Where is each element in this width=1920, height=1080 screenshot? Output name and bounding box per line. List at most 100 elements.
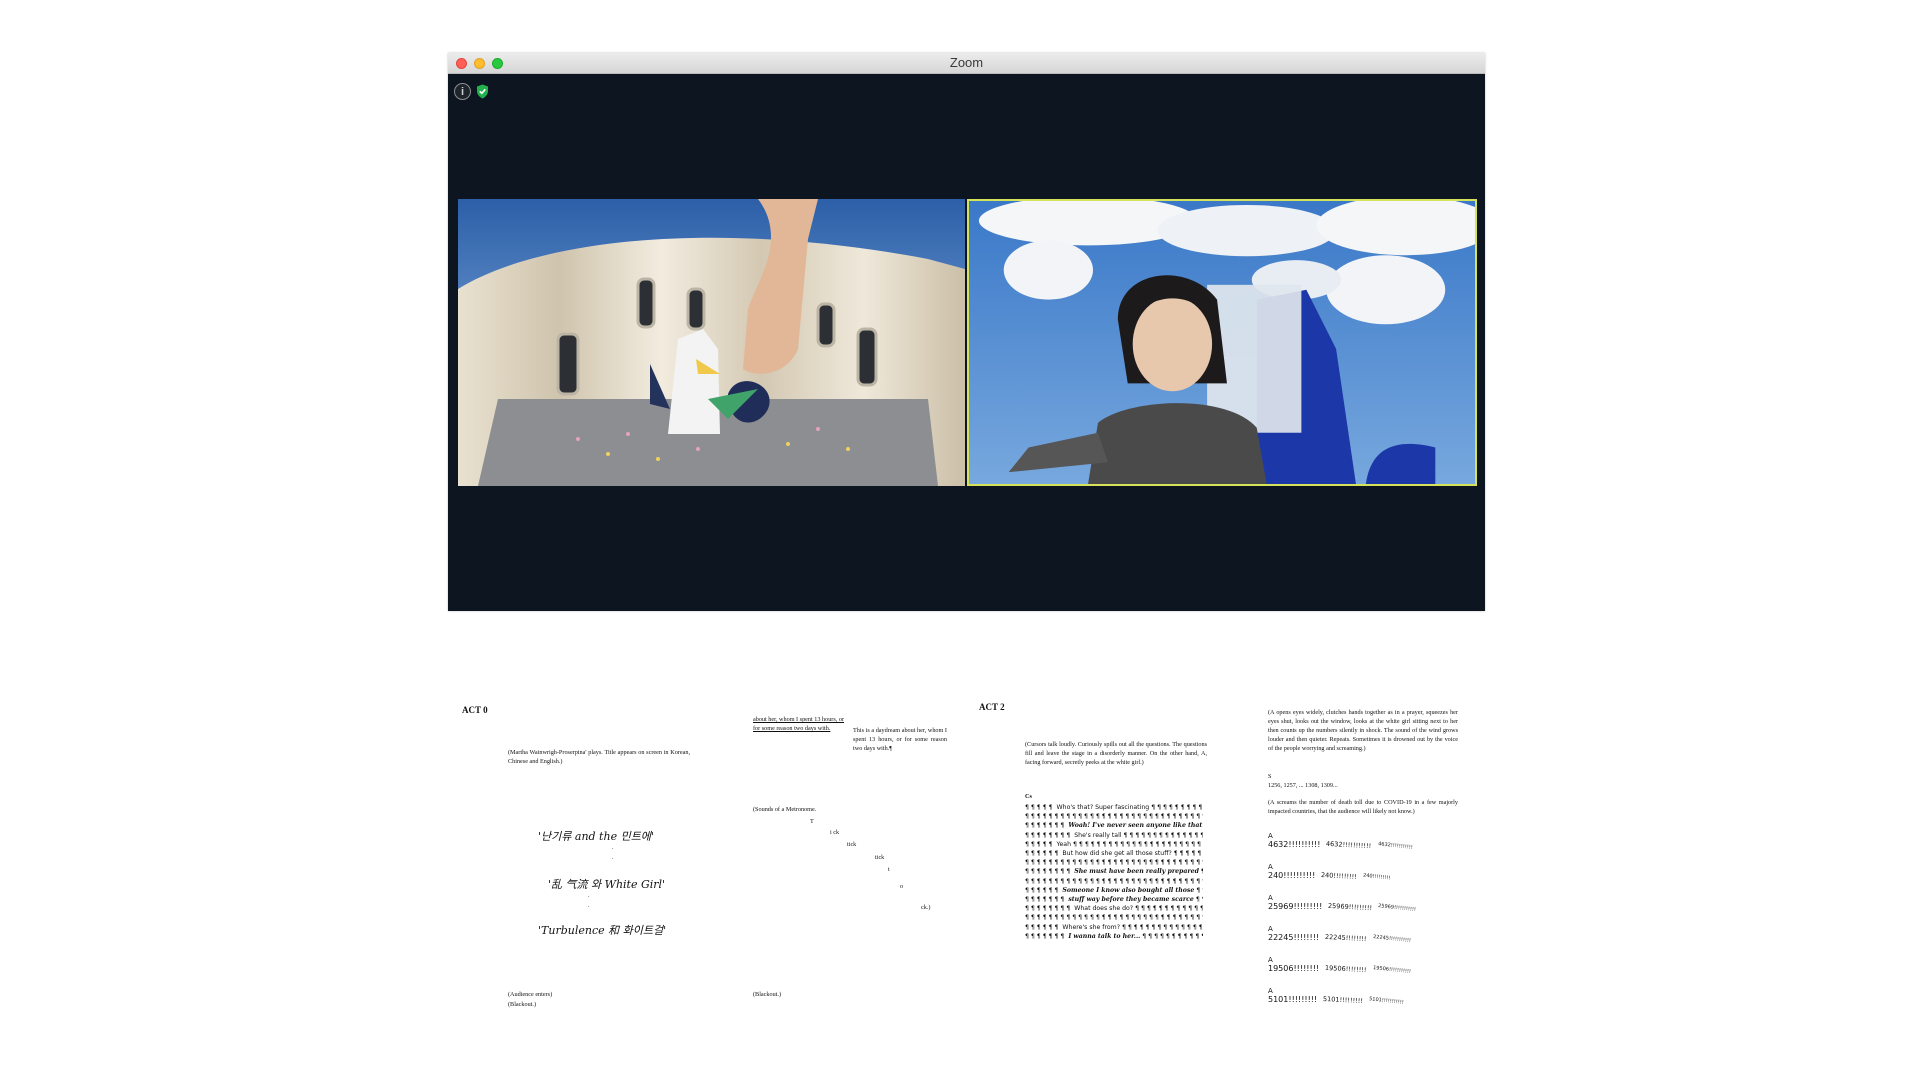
divider-dot: .	[612, 845, 614, 851]
pilcrow-dialogue-block: ¶ ¶ ¶ ¶ ¶ Who's that? Super fascinating ¶…	[1025, 803, 1205, 943]
act-heading: ACT 0	[462, 705, 488, 715]
count-row: 25969!!!!!!!!! 25969!!!!!!!!! 25969!!!!!!!…	[1268, 901, 1422, 913]
pilcrow-filler: ¶ ¶ ¶ ¶ ¶ ¶ ¶ ¶ ¶ ¶ ¶ ¶ ¶ ¶ ¶ ¶ ¶ ¶ ¶ ¶ …	[1201, 868, 1203, 875]
dialogue-line: ¶ ¶ ¶ ¶ ¶ ¶ ¶ Woah! I've never seen anyo…	[1025, 821, 1203, 830]
count-value: 22245!!!!!!!!	[1324, 932, 1367, 944]
blackout: (Blackout.)	[753, 991, 782, 998]
dialogue-text: But how did she get all those stuff?	[1060, 850, 1174, 857]
puppet-video-feed	[458, 199, 965, 486]
pilcrow-filler: ¶ ¶ ¶ ¶ ¶ ¶ ¶ ¶	[1025, 868, 1073, 876]
count-value: 4632!!!!!!!!!!!	[1377, 841, 1413, 851]
dialogue-text: She must have been really prepared	[1072, 868, 1201, 876]
dialogue-text: stuff way before they became scarce	[1066, 896, 1196, 903]
metronome-tick: T	[810, 818, 814, 825]
count-value: 19506!!!!!!!!	[1324, 963, 1367, 975]
count-value: 25969!!!!!!!!!!!	[1378, 903, 1417, 913]
dialogue-line: ¶ ¶ ¶ ¶ ¶ ¶ Someone I know also bought a…	[1025, 886, 1203, 895]
speaker-label: A	[1268, 832, 1273, 840]
window-title: Zoom	[949, 55, 984, 70]
divider-dot: .	[612, 855, 614, 861]
death-toll-counts: A 4632!!!!!!!!!! 4632!!!!!!!!!!! 4632!!!!!!…	[1268, 832, 1468, 1012]
pilcrow-filler: ¶ ¶ ¶ ¶ ¶ ¶ ¶	[1025, 822, 1067, 830]
metronome-tick: tick	[875, 854, 885, 861]
stage-direction-2: (A screams the number of death toll due …	[1268, 799, 1458, 815]
security-shield-icon[interactable]	[474, 83, 491, 100]
dialogue-text: She's really tall	[1072, 831, 1124, 839]
title-chinese: '乱 气流 와 White Girl'	[548, 878, 666, 891]
pilcrow-filler: ¶ ¶ ¶ ¶ ¶ ¶ ¶ ¶ ¶ ¶ ¶ ¶ ¶ ¶ ¶ ¶ ¶ ¶ ¶ ¶ …	[1195, 896, 1203, 903]
title-bar: Zoom	[448, 53, 1485, 74]
count-row: 19506!!!!!!!! 19506!!!!!!!! 19506!!!!!!!!!…	[1268, 963, 1417, 975]
speaker-label: A	[1268, 894, 1273, 902]
count-value: 4632!!!!!!!!!!!	[1326, 839, 1372, 851]
metronome-tick: t	[888, 866, 890, 873]
metronome-tick: tick	[847, 841, 857, 848]
pilcrow-filler: ¶ ¶ ¶ ¶ ¶ ¶ ¶ ¶ ¶ ¶ ¶ ¶ ¶ ¶ ¶ ¶ ¶ ¶ ¶ ¶ …	[1073, 840, 1203, 848]
count-value: 5101!!!!!!!!!!!	[1369, 996, 1405, 1006]
dialogue-line: ¶ ¶ ¶ ¶ ¶ ¶ But how did she get all thos…	[1025, 849, 1203, 858]
count-value: 25969!!!!!!!!!	[1268, 902, 1323, 911]
metronome-tick: i ck	[830, 829, 840, 836]
dialogue-line: ¶ ¶ ¶ ¶ ¶ ¶ Where's she from? ¶ ¶ ¶ ¶ ¶ ¶…	[1025, 923, 1203, 932]
pilcrow-filler: ¶ ¶ ¶ ¶ ¶ ¶ ¶	[1025, 932, 1067, 940]
count-row: 4632!!!!!!!!!! 4632!!!!!!!!!!! 4632!!!!!!!…	[1268, 839, 1418, 851]
act-heading: ACT 2	[979, 702, 1005, 712]
dialogue-text: What does she do?	[1072, 905, 1136, 913]
metronome-tick: ck.)	[921, 904, 931, 911]
dialogue-line: ¶ ¶ ¶ ¶ ¶ ¶ ¶ ¶ ¶ ¶ ¶ ¶ ¶ ¶ ¶ ¶ ¶ ¶ ¶ ¶ …	[1025, 877, 1203, 885]
script-page-act-0: ACT 0 (Martha Wainwrigh-Proserpina' play…	[462, 700, 712, 1020]
metronome-direction: (Sounds of a Metronome.	[753, 806, 817, 813]
count-value: 240!!!!!!!!!	[1362, 872, 1392, 882]
count-value: 5101!!!!!!!!!	[1323, 994, 1364, 1006]
dialogue-line: ¶ ¶ ¶ ¶ ¶ ¶ ¶ ¶ ¶ ¶ ¶ ¶ ¶ ¶ ¶ ¶ ¶ ¶ ¶ ¶ …	[1025, 813, 1203, 821]
count-value: 19506!!!!!!!!	[1268, 964, 1320, 973]
count-value: 5101!!!!!!!!!	[1268, 995, 1318, 1004]
pilcrow-filler: ¶ ¶ ¶ ¶ ¶ ¶	[1025, 923, 1061, 931]
count-row: 22245!!!!!!!! 22245!!!!!!!! 22245!!!!!!!!!…	[1268, 932, 1417, 944]
daydream-text: This is a daydream about her, whom I spe…	[853, 727, 947, 752]
script-page-daydream: about her, whom I spent 13 hours, or for…	[753, 700, 953, 1020]
count-row: 5101!!!!!!!!! 5101!!!!!!!!! 5101!!!!!!!!!!…	[1268, 994, 1410, 1006]
pilcrow-filler: ¶ ¶ ¶ ¶ ¶ ¶ ¶ ¶ ¶ ¶ ¶ ¶ ¶ ¶ ¶ ¶ ¶ ¶ ¶ ¶ …	[1142, 932, 1203, 940]
stage-direction: (A opens eyes widely, clutches hands tog…	[1268, 709, 1458, 752]
pilcrow-filler: ¶ ¶ ¶ ¶ ¶	[1025, 840, 1055, 848]
blackout: (Blackout.)	[508, 1001, 537, 1008]
stage-direction: (Martha Wainwrigh-Proserpina' plays. Tit…	[508, 749, 690, 765]
count-value: 22245!!!!!!!!!!!	[1372, 934, 1411, 944]
count-value: 25969!!!!!!!!!	[1328, 901, 1373, 913]
dialogue-line: ¶ ¶ ¶ ¶ ¶ ¶ ¶ ¶ ¶ ¶ ¶ ¶ ¶ ¶ ¶ ¶ ¶ ¶ ¶ ¶ …	[1025, 859, 1203, 867]
pilcrow-filler: ¶ ¶ ¶ ¶ ¶ ¶ ¶ ¶	[1025, 905, 1073, 913]
dialogue-line: ¶ ¶ ¶ ¶ ¶ ¶ ¶ I wanna talk to her... ¶ ¶ …	[1025, 932, 1203, 941]
pilcrow-filler: ¶ ¶ ¶ ¶ ¶ ¶ ¶	[1025, 896, 1067, 903]
dialogue-text: Yeah	[1054, 840, 1074, 848]
dialogue-line: ¶ ¶ ¶ ¶ ¶ ¶ ¶ ¶ What does she do? ¶ ¶ ¶ ¶…	[1025, 904, 1203, 913]
count-value: 19506!!!!!!!!!!!	[1372, 965, 1411, 975]
speaker-label: S	[1268, 773, 1272, 780]
pilcrow-filler: ¶ ¶ ¶ ¶ ¶ ¶	[1025, 850, 1061, 857]
count-value: 240!!!!!!!!!!	[1268, 871, 1316, 880]
speaker-label: A	[1268, 956, 1273, 964]
speaker-label: Cs	[1025, 793, 1032, 800]
count-value: 240!!!!!!!!!	[1321, 871, 1358, 881]
pilcrow-filler: ¶ ¶ ¶ ¶ ¶ ¶ ¶ ¶ ¶ ¶ ¶ ¶ ¶ ¶ ¶ ¶ ¶ ¶ ¶ ¶ …	[1135, 905, 1203, 913]
dialogue-text: Someone I know also bought all those	[1060, 886, 1197, 894]
dialogue-line: ¶ ¶ ¶ ¶ ¶ Who's that? Super fascinating ¶…	[1025, 803, 1203, 812]
video-tile-performer[interactable]	[967, 199, 1477, 486]
info-icon[interactable]: i	[454, 83, 471, 100]
count-row: 240!!!!!!!!!! 240!!!!!!!!! 240!!!!!!!!!	[1268, 871, 1397, 882]
metronome-tick: o	[900, 883, 904, 890]
dialogue-line: ¶ ¶ ¶ ¶ ¶ ¶ ¶ ¶ She's really tall ¶ ¶ ¶ ¶…	[1025, 831, 1203, 840]
pilcrow-filler: ¶ ¶ ¶ ¶ ¶ ¶ ¶ ¶ ¶ ¶ ¶ ¶ ¶ ¶ ¶ ¶ ¶ ¶ ¶ ¶ …	[1123, 831, 1203, 839]
title-korean: '난기류 and the 민트에'	[538, 830, 654, 843]
dialogue-line: ¶ ¶ ¶ ¶ ¶ ¶ ¶ ¶ ¶ ¶ ¶ ¶ ¶ ¶ ¶ ¶ ¶ ¶ ¶ ¶ …	[1025, 914, 1203, 922]
dialogue-text: I wanna talk to her...	[1066, 932, 1143, 940]
video-tile-puppet[interactable]	[458, 199, 965, 486]
underlined-text: about her, whom I spent 13 hours, or for…	[753, 716, 845, 732]
speaker-label: A	[1268, 863, 1273, 871]
dialogue-text: Where's she from?	[1060, 923, 1122, 931]
script-page-act-2: ACT 2 (Cursors talk loudly. Curiously sp…	[979, 700, 1229, 1020]
audience-enters: (Audience enters)	[508, 991, 553, 998]
pilcrow-filler: ¶ ¶ ¶ ¶ ¶ ¶	[1025, 886, 1061, 894]
dialogue-text: Who's that? Super fascinating	[1054, 804, 1152, 811]
count-value: 4632!!!!!!!!!!	[1268, 840, 1321, 849]
